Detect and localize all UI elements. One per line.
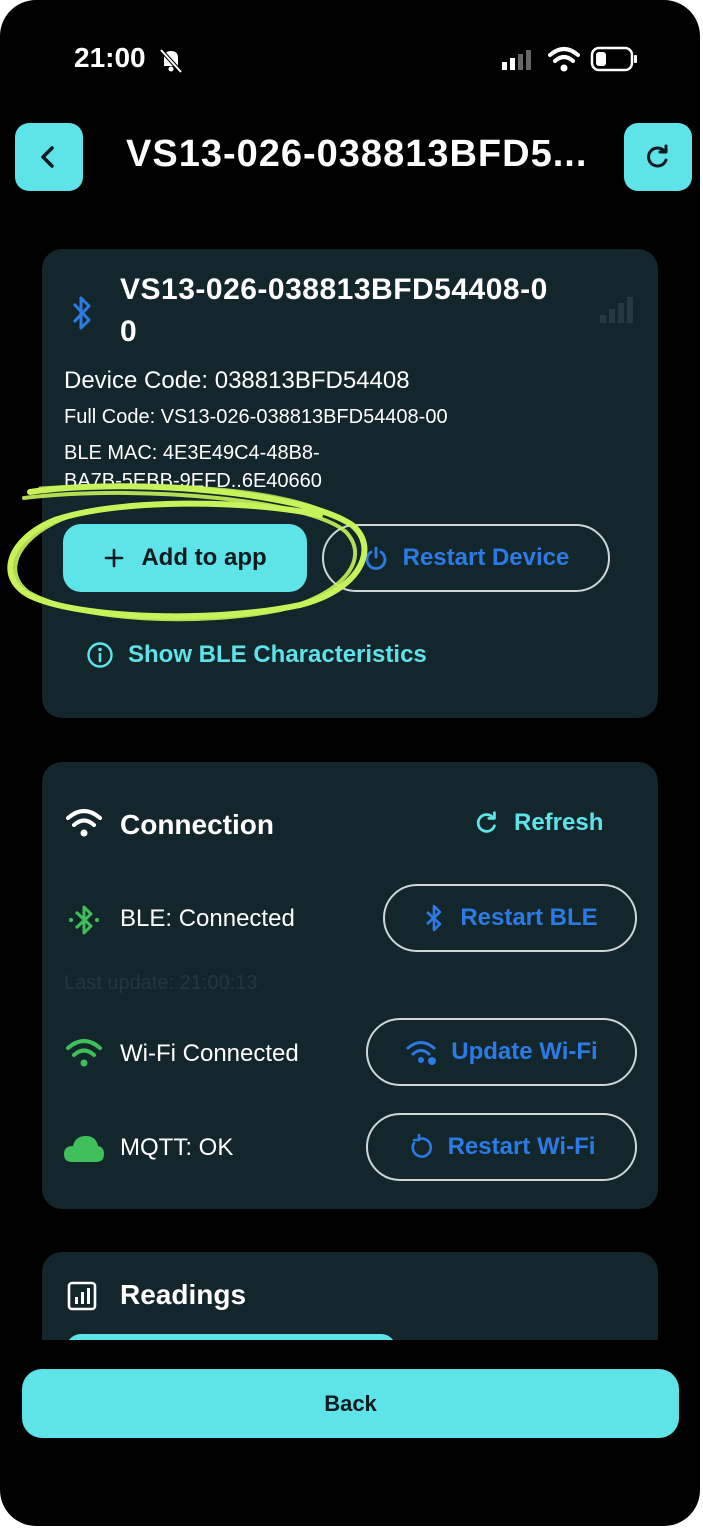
- chevron-left-icon: [41, 146, 54, 168]
- show-ble-label: Show BLE Characteristics: [128, 641, 427, 668]
- refresh-header-button[interactable]: [624, 123, 692, 191]
- connection-refresh-button[interactable]: Refresh: [474, 809, 603, 837]
- highlight-circle-annotation: [7, 483, 368, 622]
- wifi-status-icon: [548, 47, 580, 72]
- battery-icon: [590, 46, 637, 72]
- restart-wifi-button[interactable]: Restart Wi-Fi: [366, 1113, 637, 1181]
- info-icon: [87, 642, 113, 668]
- connection-title: Connection: [120, 809, 274, 840]
- wifi-connected-icon: [66, 1039, 102, 1067]
- restart-icon: [411, 1134, 432, 1158]
- restart-wifi-label: Restart Wi-Fi: [447, 1133, 596, 1160]
- device-code: Device Code: 038813BFD54408: [64, 367, 410, 394]
- back-label: Back: [324, 1390, 377, 1416]
- status-time: 21:00: [74, 42, 146, 73]
- back-button[interactable]: Back: [22, 1369, 679, 1438]
- signal-strength-icon: [600, 297, 633, 323]
- refresh-icon: [647, 144, 668, 168]
- update-wifi-button[interactable]: Update Wi-Fi: [366, 1018, 637, 1086]
- connection-card: Connection Refresh BLE: Connected Restar…: [42, 762, 658, 1209]
- readings-title: Readings: [120, 1279, 247, 1310]
- back-arrow-button[interactable]: [15, 123, 83, 191]
- refresh-label: Refresh: [514, 809, 604, 836]
- readings-card: Readings: [42, 1252, 658, 1340]
- readings-action-button[interactable]: [66, 1334, 396, 1340]
- wifi-status: Wi-Fi Connected: [120, 1040, 299, 1067]
- device-name-suffix: 0: [120, 315, 137, 348]
- chart-icon: [67, 1281, 97, 1311]
- cellular-signal-icon: [502, 50, 531, 70]
- bluetooth-icon: [72, 296, 91, 330]
- cloud-icon: [64, 1136, 104, 1162]
- mqtt-status: MQTT: OK: [120, 1134, 234, 1161]
- wifi-settings-icon: [406, 1041, 437, 1065]
- device-name: VS13-026-038813BFD54408-0: [120, 273, 548, 306]
- bluetooth-connected-icon: [69, 905, 99, 935]
- page-title: VS13-026-038813BFD5...: [126, 133, 588, 175]
- full-code: Full Code: VS13-026-038813BFD54408-00: [64, 406, 448, 428]
- last-update: Last update: 21:00:13: [64, 972, 258, 994]
- ble-mac-line1: BLE MAC: 4E3E49C4-48B8-: [64, 442, 320, 464]
- ble-status: BLE: Connected: [120, 905, 295, 932]
- bell-muted-icon: [159, 48, 183, 74]
- phone-screen: 21:00 VS13-026-038813BFD5... VS13-026-03…: [0, 0, 700, 1526]
- wifi-icon: [66, 809, 102, 837]
- restart-device-label: Restart Device: [402, 544, 570, 571]
- refresh-icon: [476, 811, 496, 833]
- update-wifi-label: Update Wi-Fi: [451, 1038, 598, 1065]
- show-ble-characteristics-link[interactable]: Show BLE Characteristics: [86, 641, 427, 669]
- restart-ble-button[interactable]: Restart BLE: [383, 884, 637, 952]
- bluetooth-icon: [426, 904, 442, 932]
- restart-ble-label: Restart BLE: [460, 904, 598, 931]
